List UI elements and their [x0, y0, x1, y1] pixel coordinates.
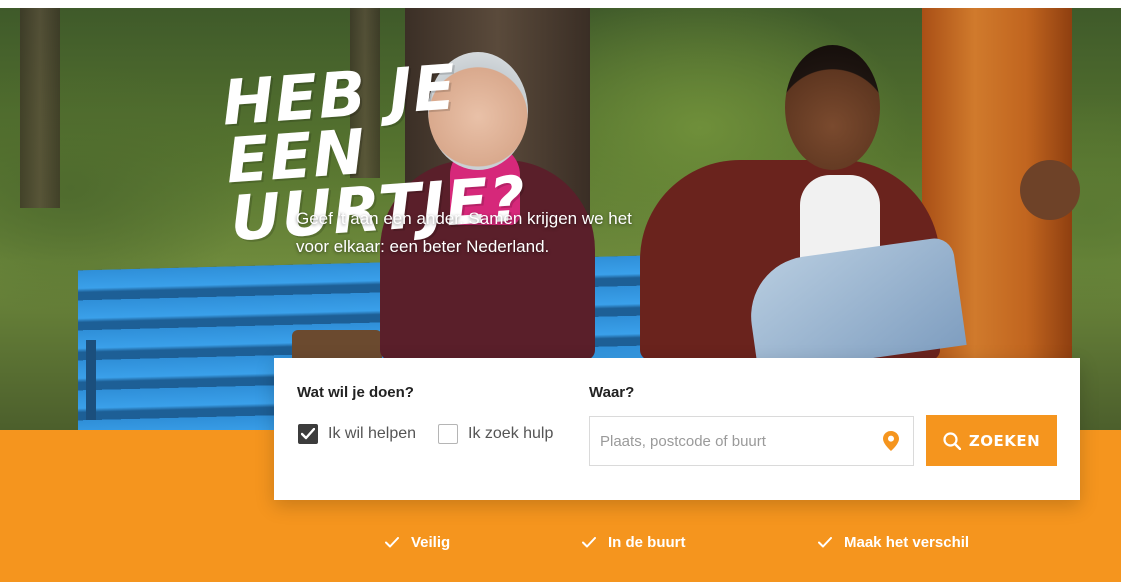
option-ik-wil-helpen[interactable]: Ik wil helpen — [298, 424, 416, 444]
checkbox-unchecked[interactable] — [438, 424, 458, 444]
usp-item: In de buurt — [582, 534, 686, 551]
checkmark-icon — [582, 537, 596, 548]
man-hand — [1020, 160, 1080, 220]
hero-subline: Geef 't aan een ander. Samen krijgen we … — [296, 205, 696, 261]
option-ik-zoek-hulp[interactable]: Ik zoek hulp — [438, 424, 553, 444]
usp-label: Veilig — [411, 534, 451, 551]
usp-item: Maak het verschil — [818, 534, 969, 551]
location-field[interactable] — [589, 416, 914, 466]
man-head — [785, 45, 880, 170]
subline-line: Geef 't aan een ander. Samen krijgen we … — [296, 209, 632, 228]
checkbox-checked[interactable] — [298, 424, 318, 444]
bench-leg — [86, 340, 96, 420]
option-label: Ik wil helpen — [328, 425, 417, 442]
checkmark-icon — [818, 537, 832, 548]
tree-trunk — [20, 8, 60, 208]
search-card: Wat wil je doen? Waar? Ik wil helpen Ik … — [274, 358, 1080, 500]
where-label: Waar? — [589, 384, 635, 401]
usp-label: In de buurt — [608, 534, 686, 551]
search-icon — [943, 431, 961, 450]
subline-line: voor elkaar: een beter Nederland. — [296, 237, 550, 256]
option-label: Ik zoek hulp — [468, 425, 554, 442]
location-input[interactable] — [590, 417, 880, 465]
location-pin-icon[interactable] — [883, 431, 899, 451]
handbag — [292, 330, 382, 360]
search-button-label: ZOEKEN — [968, 431, 1041, 450]
search-button[interactable]: ZOEKEN — [926, 415, 1057, 466]
usp-item: Veilig — [385, 534, 450, 551]
checkmark-icon — [301, 428, 315, 440]
what-label: Wat wil je doen? — [297, 384, 414, 401]
usp-label: Maak het verschil — [844, 534, 970, 551]
checkmark-icon — [385, 537, 399, 548]
